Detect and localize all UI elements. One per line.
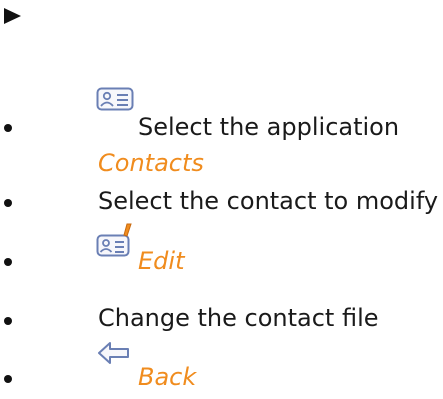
bullet bbox=[4, 375, 12, 383]
bullet bbox=[4, 258, 12, 266]
bullet bbox=[4, 124, 12, 132]
contacts-link[interactable]: Contacts bbox=[98, 148, 204, 178]
step-text: Change the contact file bbox=[98, 304, 379, 332]
back-arrow-icon bbox=[96, 340, 132, 370]
edit-contact-icon bbox=[96, 222, 136, 262]
bullet bbox=[4, 317, 12, 325]
back-link[interactable]: Back bbox=[138, 362, 196, 392]
edit-link[interactable]: Edit bbox=[138, 246, 184, 276]
pointer-arrow-icon bbox=[4, 8, 21, 24]
contacts-card-icon bbox=[96, 87, 134, 115]
step-text: Select the application bbox=[138, 113, 400, 141]
bullet bbox=[4, 199, 12, 207]
step-text: Select the contact to modify bbox=[98, 187, 439, 215]
